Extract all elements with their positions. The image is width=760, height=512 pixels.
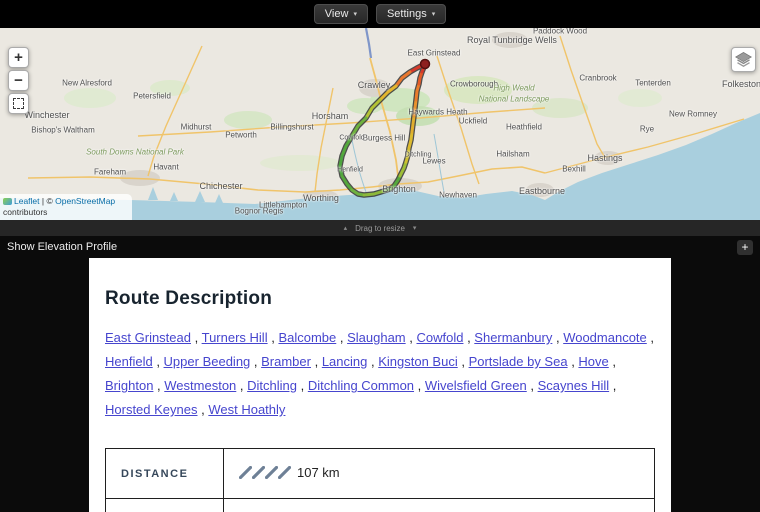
show-elevation-profile-toggle[interactable]: Show Elevation Profile (7, 241, 117, 253)
resize-label: Drag to resize (355, 223, 405, 233)
map-canvas (0, 28, 760, 220)
place-separator: , (336, 330, 348, 345)
zoom-in-button[interactable]: + (8, 47, 29, 68)
place-separator: , (609, 378, 617, 393)
slope-icon (277, 465, 292, 482)
place-separator: , (197, 402, 209, 417)
view-menu-button[interactable]: View ▾ (313, 4, 368, 24)
place-link[interactable]: Westmeston (164, 378, 236, 393)
elevation-expand-button[interactable]: + (737, 239, 753, 255)
layers-icon (735, 52, 752, 68)
stats-table-body: DISTANCE 107 km ASCENT1393 m (105, 448, 655, 512)
place-link[interactable]: Scaynes Hill (538, 378, 610, 393)
place-separator: , (567, 354, 579, 369)
place-separator: , (526, 378, 538, 393)
place-separator: , (153, 378, 165, 393)
place-link[interactable]: Lancing (322, 354, 368, 369)
app-root: View ▾ Settings ▾ Royal Tunbridge Wells … (0, 0, 760, 512)
place-separator: , (267, 330, 279, 345)
place-link[interactable]: Balcombe (278, 330, 336, 345)
place-separator: , (552, 330, 564, 345)
place-separator: , (367, 354, 379, 369)
map-resize-handle[interactable]: ▴ Drag to resize ▾ (0, 220, 760, 236)
place-link[interactable]: Wivelsfield Green (425, 378, 527, 393)
route-description-card: Route Description East Grinstead , Turne… (89, 258, 671, 512)
place-link[interactable]: Portslade by Sea (469, 354, 568, 369)
stat-label: ASCENT (105, 498, 224, 512)
slope-icon (238, 465, 253, 482)
route-start-marker (419, 58, 431, 70)
place-link[interactable]: Henfield (105, 354, 153, 369)
place-separator: , (463, 330, 475, 345)
page-title: Route Description (105, 288, 273, 309)
stat-row: ASCENT1393 m (105, 498, 655, 512)
place-separator: , (414, 378, 425, 393)
place-link[interactable]: Woodmancote (563, 330, 647, 345)
fullscreen-button[interactable] (8, 93, 29, 114)
attribution-copyright: © (46, 195, 53, 206)
place-link[interactable]: Brighton (105, 378, 153, 393)
place-link[interactable]: Bramber (261, 354, 311, 369)
place-link[interactable]: Cowfold (416, 330, 463, 345)
content-area: Route Description East Grinstead , Turne… (0, 258, 760, 512)
place-separator: , (457, 354, 469, 369)
place-separator: , (191, 330, 202, 345)
stat-row: DISTANCE 107 km (105, 448, 655, 499)
leaflet-link[interactable]: Leaflet (14, 196, 40, 206)
place-link[interactable]: Slaugham (347, 330, 406, 345)
place-separator: , (608, 354, 617, 369)
stat-value: 107 km (223, 448, 655, 499)
map-attribution: Leaflet | © OpenStreetMap contributors (0, 193, 132, 220)
slope-icon (251, 465, 266, 482)
stat-value-text: 107 km (297, 465, 340, 480)
place-separator: , (405, 330, 417, 345)
settings-menu-label: Settings (386, 8, 427, 20)
place-links: East Grinstead , Turners Hill , Balcombe… (105, 326, 655, 422)
map[interactable]: Royal Tunbridge Wells Paddock Wood East Gr… (0, 28, 760, 220)
place-link[interactable]: Horsted Keynes (105, 402, 198, 417)
slope-icon (264, 465, 279, 482)
fullscreen-icon (13, 98, 24, 109)
view-menu-label: View (324, 8, 349, 20)
resize-up-icon: ▴ (343, 225, 348, 232)
place-link[interactable]: East Grinstead (105, 330, 191, 345)
leaflet-logo-icon (3, 197, 12, 205)
place-link[interactable]: Ditchling Common (308, 378, 414, 393)
layers-button[interactable] (731, 47, 756, 72)
place-link[interactable]: Turners Hill (202, 330, 268, 345)
stat-label: DISTANCE (105, 448, 224, 499)
place-separator: , (236, 378, 248, 393)
elevation-profile-bar: Show Elevation Profile + (0, 236, 760, 258)
place-separator: , (310, 354, 322, 369)
attribution-contributors: contributors (3, 206, 48, 217)
attribution-separator: | (41, 195, 45, 206)
place-link[interactable]: Shermanbury (474, 330, 552, 345)
place-link[interactable]: Kingston Buci (378, 354, 458, 369)
place-link[interactable]: Hove (578, 354, 608, 369)
zoom-out-button[interactable]: − (8, 70, 29, 91)
resize-down-icon: ▾ (412, 225, 417, 232)
stat-value: 1393 m (223, 498, 655, 512)
place-link[interactable]: West Hoathly (208, 402, 285, 417)
place-separator: , (646, 330, 655, 345)
top-toolbar: View ▾ Settings ▾ (0, 0, 760, 28)
chevron-down-icon: ▾ (353, 11, 357, 18)
route-stats-table: DISTANCE 107 km ASCENT1393 m (105, 448, 655, 512)
place-link[interactable]: Upper Beeding (164, 354, 251, 369)
place-separator: , (296, 378, 308, 393)
chevron-down-icon: ▾ (431, 11, 436, 18)
place-link[interactable]: Ditchling (247, 378, 297, 393)
openstreetmap-link[interactable]: OpenStreetMap (55, 196, 115, 206)
settings-menu-button[interactable]: Settings ▾ (375, 4, 447, 24)
place-separator: , (152, 354, 164, 369)
place-separator: , (250, 354, 262, 369)
